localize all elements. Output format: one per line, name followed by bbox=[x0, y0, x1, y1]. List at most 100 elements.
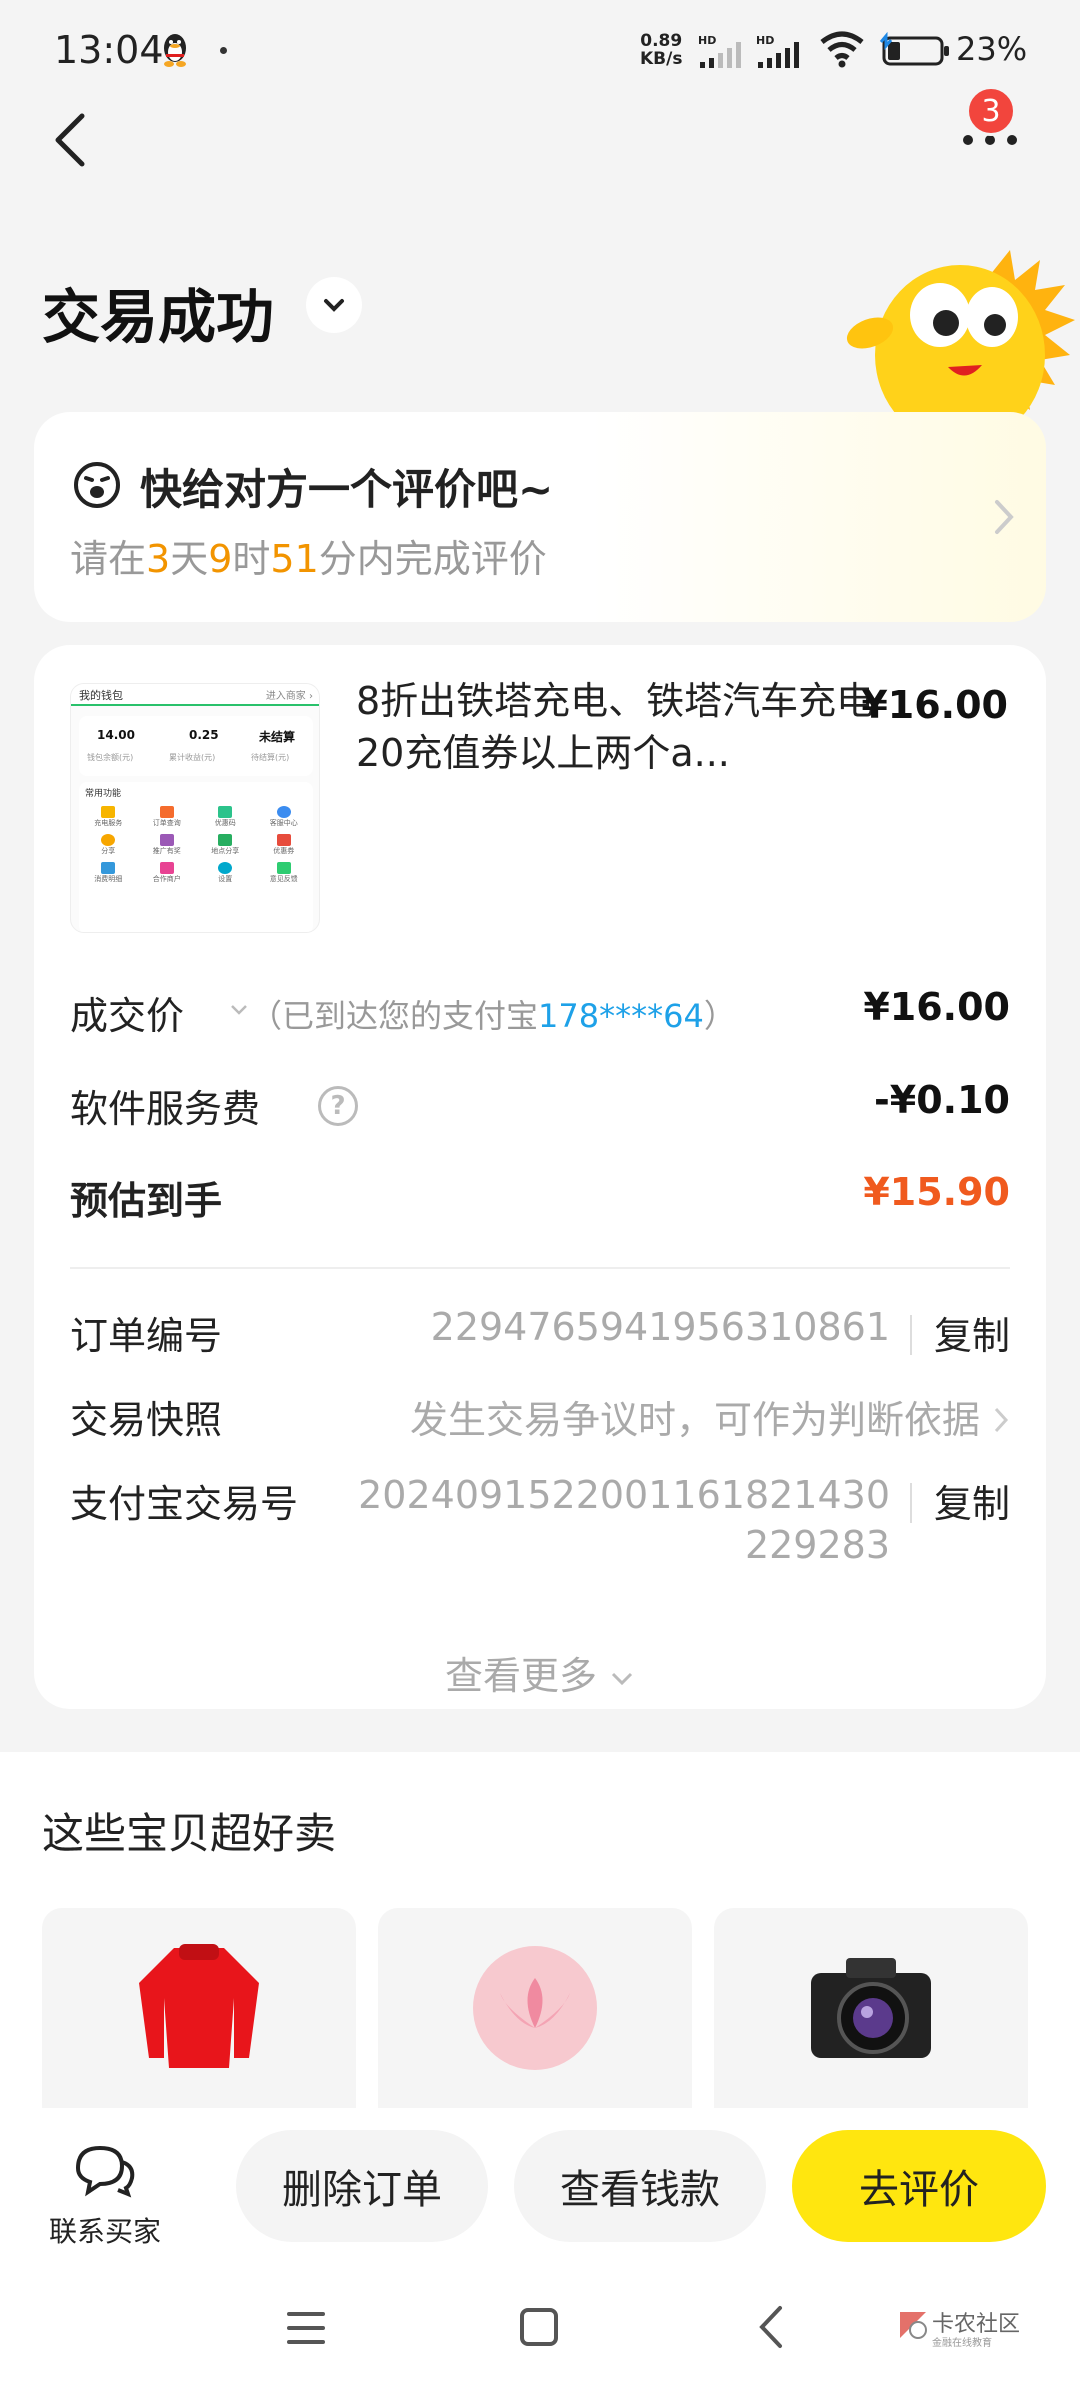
delete-order-button[interactable]: 删除订单 bbox=[236, 2130, 488, 2242]
countdown-days-unit: 天 bbox=[170, 537, 209, 581]
snapshot-row[interactable]: 交易快照 发生交易争议时，可作为判断依据 bbox=[70, 1389, 1010, 1449]
net-speed-value: 0.89 bbox=[640, 31, 683, 51]
product-thumbnail[interactable]: 我的钱包 进入商家 › 14.00 0.25 未结算 钱包余额(元) 累计收益(… bbox=[70, 683, 320, 933]
alipay-trade-label: 支付宝交易号 bbox=[70, 1482, 299, 1526]
countdown-hours-unit: 时 bbox=[232, 537, 271, 581]
thumb-grid-item: 分享 bbox=[79, 834, 138, 856]
deal-price-label: 成交价 bbox=[70, 994, 185, 1038]
bottom-action-bar: 联系买家 删除订单 查看钱款 去评价 bbox=[0, 2108, 1080, 2258]
thumb-stat-label: 累计收益(元) bbox=[169, 753, 216, 762]
net-speed: 0.89 KB/s bbox=[640, 32, 682, 68]
camera-image bbox=[811, 1958, 931, 2058]
back-icon[interactable] bbox=[756, 2304, 786, 2350]
deal-note-prefix: （已到达您的支付宝 bbox=[250, 997, 539, 1035]
alipay-trade-row: 支付宝交易号 2024091522001161821430 229283 复制 bbox=[70, 1473, 1010, 1583]
thumb-stat: 未结算 bbox=[259, 730, 296, 744]
deal-price-value: ¥16.00 bbox=[863, 985, 1010, 1029]
svg-text:HD: HD bbox=[756, 34, 774, 47]
thumb-stat: 0.25 bbox=[189, 728, 219, 742]
thumb-grid-item: 意见反馈 bbox=[255, 862, 314, 884]
notification-badge: 3 bbox=[966, 86, 1016, 136]
view-money-button[interactable]: 查看钱款 bbox=[514, 2130, 766, 2242]
thumb-grid-item: 充电服务 bbox=[79, 806, 138, 828]
title-expand-button[interactable] bbox=[306, 277, 362, 333]
deal-note-suffix: ） bbox=[703, 997, 736, 1035]
deal-price-row[interactable]: 成交价 （已到达您的支付宝178****64） ¥16.00 bbox=[70, 985, 1010, 1045]
chat-bubble-icon bbox=[75, 2145, 135, 2198]
home-icon[interactable] bbox=[518, 2306, 560, 2348]
thumb-grid-item: 设置 bbox=[196, 862, 255, 884]
battery-icon bbox=[879, 32, 949, 66]
status-bar: 13:04 0.89 KB/s HD HD 23% bbox=[0, 0, 1080, 100]
svg-text:HD: HD bbox=[698, 34, 716, 47]
estimate-row: 预估到手 ¥15.90 bbox=[70, 1170, 1010, 1230]
signal-hd-2-icon: HD bbox=[756, 34, 799, 68]
smiley-face-icon bbox=[74, 462, 120, 508]
page-title: 交易成功 bbox=[42, 283, 275, 351]
thumb-grid-item: 推广有奖 bbox=[138, 834, 197, 856]
thumb-section: 常用功能 bbox=[85, 789, 122, 799]
review-reminder-card[interactable]: 快给对方一个评价吧~ 请在3天9时51分内完成评价 bbox=[34, 412, 1046, 622]
order-number-label: 订单编号 bbox=[70, 1314, 223, 1358]
recommend-title: 这些宝贝超好卖 bbox=[42, 1809, 337, 1858]
order-number-row: 订单编号 2294765941956310861 复制 bbox=[70, 1305, 1010, 1365]
divider bbox=[70, 1267, 1010, 1269]
thumb-stat: 14.00 bbox=[97, 728, 135, 742]
countdown-minutes-unit: 分内完成评价 bbox=[318, 537, 547, 581]
alipay-account: 178****64 bbox=[538, 997, 704, 1035]
chevron-right-icon bbox=[995, 500, 1014, 534]
order-detail-card: 我的钱包 进入商家 › 14.00 0.25 未结算 钱包余额(元) 累计收益(… bbox=[34, 645, 1046, 1709]
thumb-grid-item: 合作商户 bbox=[138, 862, 197, 884]
copy-order-number-button[interactable]: 复制 bbox=[934, 1305, 1010, 1360]
service-fee-label: 软件服务费 bbox=[70, 1087, 261, 1131]
back-arrow-icon[interactable] bbox=[48, 110, 98, 170]
status-time: 13:04 bbox=[54, 28, 164, 72]
menu-icon[interactable] bbox=[285, 2308, 327, 2348]
countdown-days: 3 bbox=[146, 537, 171, 581]
separator bbox=[910, 1315, 912, 1355]
snapshot-label: 交易快照 bbox=[70, 1398, 223, 1442]
watermark-icon bbox=[900, 2312, 927, 2339]
qq-penguin-icon bbox=[164, 34, 186, 67]
wifi-icon bbox=[820, 31, 864, 68]
thumb-grid: 常用功能 充电服务 订单查询 优惠码 客服中心 分享 推广有奖 地点分享 优惠券… bbox=[79, 782, 313, 932]
service-fee-row: 软件服务费 ? -¥0.10 bbox=[70, 1078, 1010, 1138]
product-price: ¥16.00 bbox=[861, 683, 1008, 727]
battery-percent: 23% bbox=[956, 30, 1028, 68]
thumb-grid-item: 消费明细 bbox=[79, 862, 138, 884]
mascot-fish-icon bbox=[846, 250, 1075, 420]
alipay-trade-no-line2: 229283 bbox=[744, 1523, 890, 1567]
write-review-button[interactable]: 去评价 bbox=[792, 2130, 1046, 2242]
chevron-down-icon bbox=[611, 1672, 633, 1685]
notification-dot-icon bbox=[220, 47, 227, 54]
review-countdown: 请在3天9时51分内完成评价 bbox=[70, 528, 547, 583]
thumb-header: 我的钱包 进入商家 › bbox=[71, 684, 319, 706]
see-more-button[interactable]: 查看更多 bbox=[34, 1645, 1046, 1700]
thumb-grid-item: 地点分享 bbox=[196, 834, 255, 856]
red-sweater-image bbox=[139, 1944, 259, 2068]
snapshot-value: 发生交易争议时，可作为判断依据 bbox=[409, 1398, 980, 1442]
alipay-trade-no-line1: 2024091522001161821430 bbox=[358, 1473, 890, 1517]
chevron-down-icon bbox=[324, 299, 344, 312]
see-more-label: 查看更多 bbox=[444, 1654, 597, 1698]
copy-alipay-trade-button[interactable]: 复制 bbox=[934, 1473, 1010, 1528]
deal-note: （已到达您的支付宝178****64） bbox=[250, 991, 736, 1037]
thumb-grid-item: 优惠券 bbox=[255, 834, 314, 856]
service-fee-value: -¥0.10 bbox=[874, 1078, 1010, 1122]
help-question-icon[interactable]: ? bbox=[318, 1086, 358, 1126]
chevron-right-icon bbox=[994, 1407, 1009, 1433]
product-title[interactable]: 8折出铁塔充电、铁塔汽车充电 20充值券以上两个a... bbox=[356, 675, 876, 779]
estimate-label: 预估到手 bbox=[70, 1179, 223, 1223]
net-speed-unit: KB/s bbox=[640, 49, 683, 69]
countdown-hours: 9 bbox=[208, 537, 233, 581]
countdown-minutes: 51 bbox=[270, 537, 319, 581]
countdown-prefix: 请在 bbox=[70, 537, 147, 581]
contact-buyer-button[interactable]: 联系买家 bbox=[40, 2140, 170, 2250]
thumb-grid-items: 充电服务 订单查询 优惠码 客服中心 分享 推广有奖 地点分享 优惠券 消费明细… bbox=[79, 806, 313, 884]
review-title: 快给对方一个评价吧~ bbox=[140, 465, 554, 514]
contact-buyer-label: 联系买家 bbox=[48, 2215, 161, 2248]
thumb-header-left: 我的钱包 bbox=[79, 689, 123, 702]
watermark-sub: 金融在线教育 bbox=[932, 2338, 992, 2349]
separator bbox=[910, 1483, 912, 1523]
thumb-stats: 14.00 0.25 未结算 钱包余额(元) 累计收益(元) 待结算(元) bbox=[79, 716, 313, 776]
